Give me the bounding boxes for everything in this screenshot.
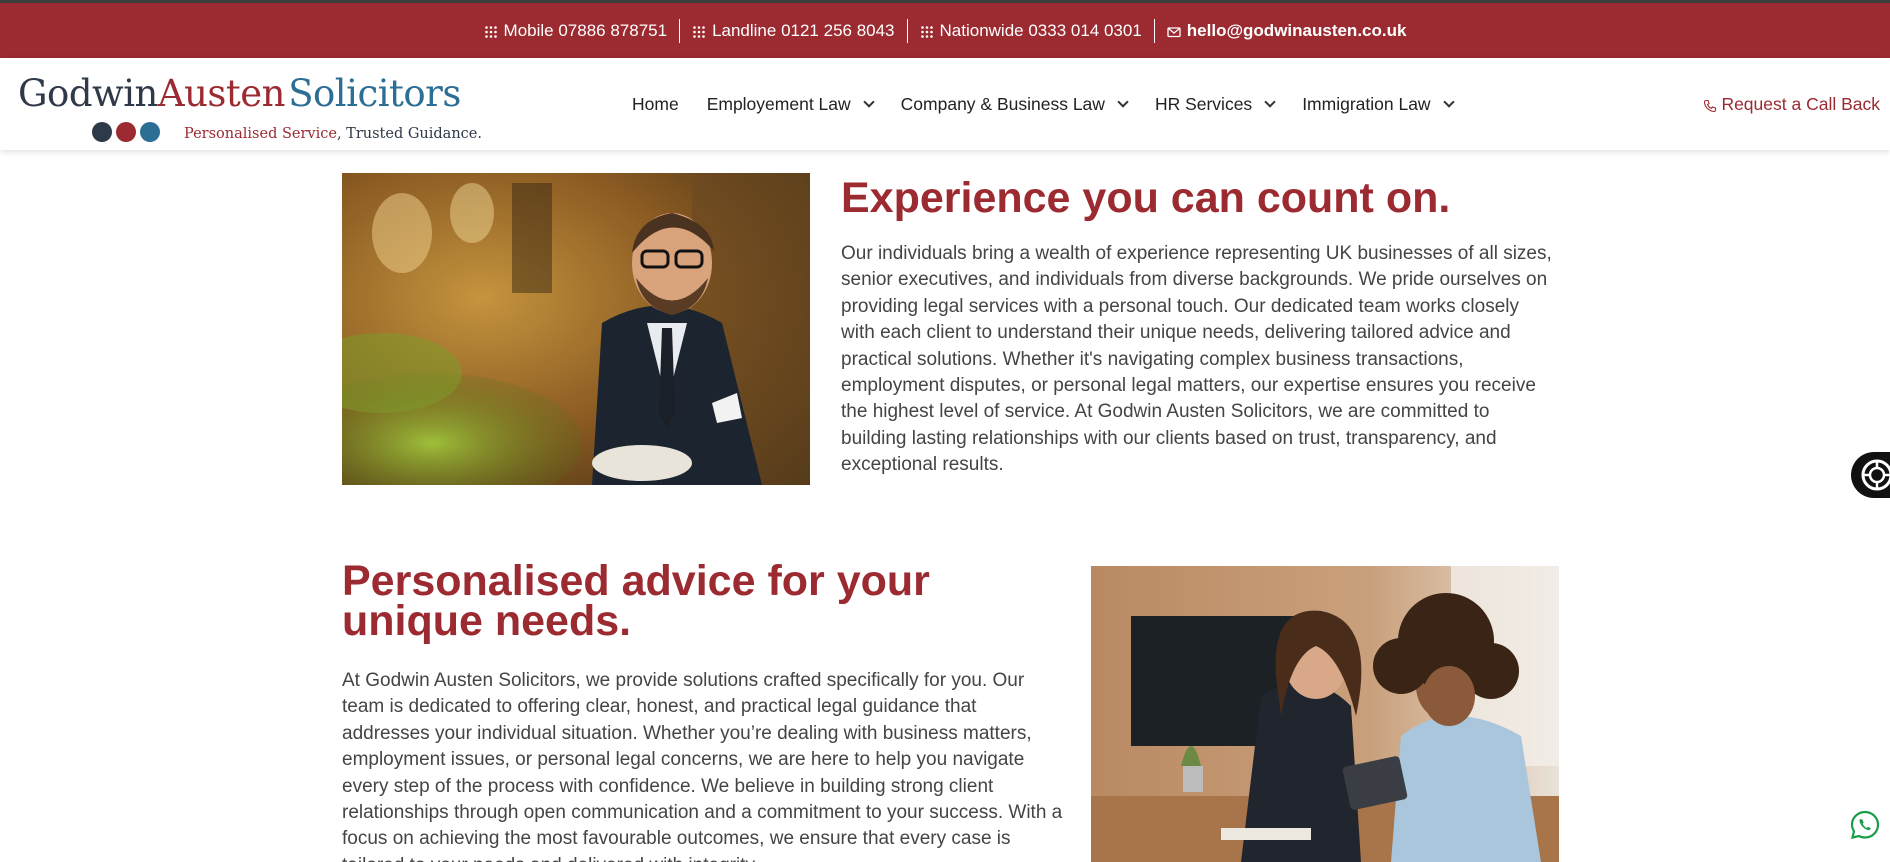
logo-tagline-rest: , Trusted Guidance.	[336, 126, 482, 142]
keypad-icon	[692, 24, 706, 38]
logo-tagline: Personalised Service, Trusted Guidance.	[184, 126, 482, 142]
accessibility-button[interactable]	[1851, 452, 1890, 498]
logo-tagline-red: Personalised Service	[184, 126, 337, 142]
contact-nationwide[interactable]: Nationwide 0333 014 0301	[906, 18, 1154, 43]
logo-word-solicitors: Solicitors	[288, 72, 461, 115]
contact-mobile[interactable]: Mobile 07886 878751	[472, 19, 680, 43]
site-header: GodwinAusten Solicitors Personalised Ser…	[0, 58, 1890, 150]
section-body-personalised: At Godwin Austen Solicitors, we provide …	[342, 670, 1063, 862]
lawyer-photo	[342, 173, 810, 485]
nav-item-label: HR Services	[1154, 93, 1253, 114]
logo-word-austen: Austen	[157, 72, 286, 115]
contact-bar: Mobile 07886 878751 Landline 0121 256 80…	[0, 0, 1890, 58]
section-heading-experience: Experience you can count on.	[841, 174, 1451, 222]
request-callback-label: Request a Call Back	[1721, 93, 1880, 114]
keypad-icon	[920, 24, 934, 38]
meeting-photo	[1091, 566, 1559, 862]
nav-item-label: Home	[632, 93, 679, 114]
nav-item-employment-law[interactable]: Employement Law	[706, 93, 875, 115]
logo-wordmark: GodwinAusten Solicitors	[18, 72, 461, 115]
logo-word-godwin: Godwin	[18, 72, 158, 115]
contact-email[interactable]: hello@godwinausten.co.uk	[1153, 18, 1419, 43]
nav-item-home[interactable]: Home	[632, 94, 679, 115]
contact-landline-text: Landline 0121 256 8043	[712, 20, 895, 40]
nav-item-company-business-law[interactable]: Company & Business Law	[900, 93, 1129, 115]
logo-dots	[92, 122, 160, 142]
keypad-icon	[484, 24, 498, 38]
request-callback-link[interactable]: Request a Call Back	[1703, 58, 1880, 150]
nav-item-label: Immigration Law	[1302, 93, 1431, 114]
chevron-down-icon	[1264, 96, 1276, 108]
contact-nationwide-text: Nationwide 0333 014 0301	[939, 20, 1142, 40]
contact-landline[interactable]: Landline 0121 256 8043	[679, 18, 906, 43]
chevron-down-icon	[1442, 96, 1455, 108]
nav-item-label: Employement Law	[706, 93, 851, 114]
nav-item-hr-services[interactable]: HR Services	[1154, 93, 1276, 115]
section-heading-personalised: Personalised advice for your unique need…	[342, 557, 930, 645]
chevron-down-icon	[1117, 96, 1129, 108]
nav-item-immigration-law[interactable]: Immigration Law	[1302, 93, 1455, 115]
main-nav: Home Employement Law Company & Business …	[632, 58, 1481, 150]
mail-icon	[1167, 24, 1181, 38]
chevron-down-icon	[862, 96, 875, 108]
contact-email-text: hello@godwinausten.co.uk	[1186, 20, 1407, 40]
nav-item-label: Company & Business Law	[900, 93, 1105, 114]
logo[interactable]: GodwinAusten Solicitors Personalised Ser…	[18, 72, 482, 142]
whatsapp-icon[interactable]	[1849, 809, 1881, 841]
section-body-experience: Our individuals bring a wealth of experi…	[841, 243, 1552, 476]
contact-mobile-text: Mobile 07886 878751	[503, 20, 668, 40]
phone-icon	[1703, 97, 1717, 113]
